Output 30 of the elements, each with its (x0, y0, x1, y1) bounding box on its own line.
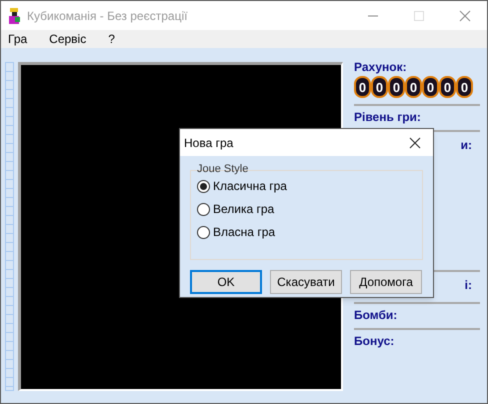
radio-label: Велика гра (213, 202, 274, 216)
menu-item[interactable]: ? (108, 30, 115, 48)
dialog-button[interactable]: Допомога (350, 270, 422, 294)
window-title: Кубикоманія - Без реєстрації (27, 8, 188, 24)
section-label: Бонус: (354, 334, 394, 348)
section-label: Бомби: (354, 308, 398, 322)
group-title: Joue Style (197, 162, 248, 176)
score-digit: 0 (422, 76, 439, 98)
radio-button[interactable] (197, 202, 210, 216)
close-icon[interactable] (409, 136, 421, 148)
section-label: і: (464, 278, 472, 292)
menu-item[interactable]: Сервіс (49, 30, 86, 48)
score-digit: 0 (388, 76, 405, 98)
dialog-button[interactable]: OK (190, 270, 262, 294)
score-digit: 0 (371, 76, 388, 98)
score-digit: 0 (456, 76, 473, 98)
radio-button[interactable] (197, 226, 210, 238)
radio-label: Власна гра (213, 225, 276, 239)
app-icon (7, 6, 23, 24)
dialog-button[interactable]: Скасувати (270, 270, 342, 294)
radio-button[interactable] (197, 180, 210, 192)
section-label: и: (460, 138, 472, 152)
dialog-title: Нова гра (184, 134, 234, 152)
score-digit: 0 (354, 76, 371, 98)
radio-label: Класична гра (213, 179, 287, 193)
score-digit: 0 (405, 76, 422, 98)
score-label: Рахунок: (354, 60, 408, 74)
section-label: Рівень гри: (354, 110, 421, 124)
score-digit: 0 (439, 76, 456, 98)
menu-item[interactable]: Гра (8, 30, 28, 48)
